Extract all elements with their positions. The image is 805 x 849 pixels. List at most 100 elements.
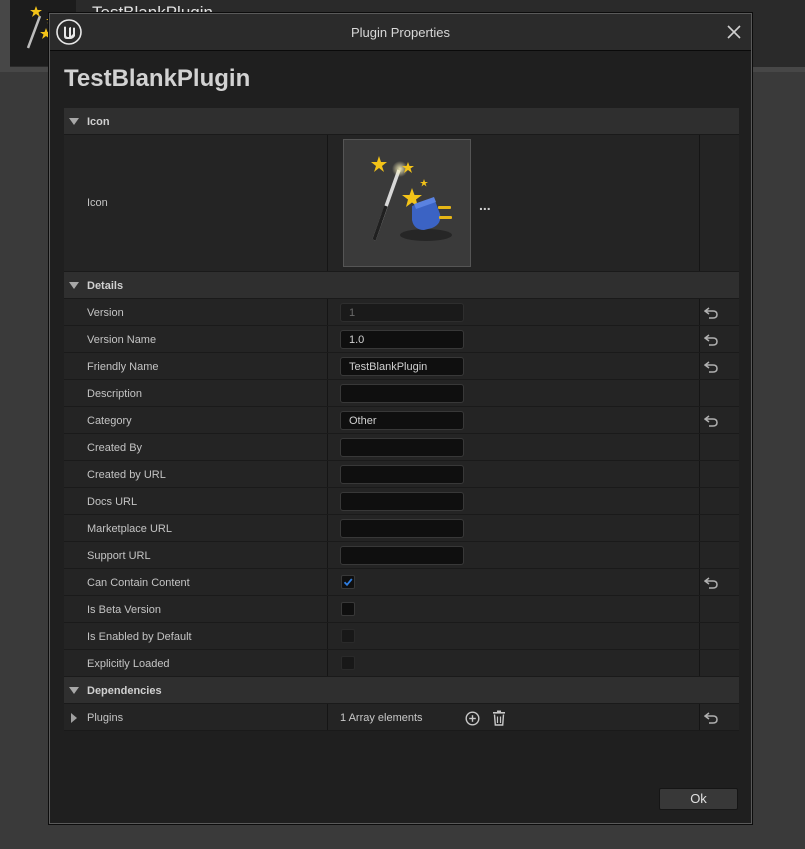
can-contain-content-checkbox[interactable] [341,575,355,589]
property-row-category: Category [64,407,739,434]
column-divider [699,299,700,325]
property-label: Version [87,307,124,319]
column-divider [699,434,700,460]
column-divider [327,650,328,676]
category-header-dependencies[interactable]: Dependencies [64,677,739,704]
reset-to-default-icon[interactable] [704,334,718,346]
version-name-field[interactable] [340,330,464,349]
property-row-is-enabled-by-default: Is Enabled by Default [64,623,739,650]
column-divider [327,542,328,568]
column-divider [699,353,700,379]
column-divider [327,135,328,271]
delete-all-icon[interactable] [492,710,506,726]
category-label: Details [87,280,124,292]
column-divider [699,704,700,730]
column-divider [699,623,700,649]
column-divider [699,135,700,271]
plugin-name-heading: TestBlankPlugin [64,65,251,92]
property-label: Docs URL [87,496,138,508]
column-divider [699,542,700,568]
docs-url-field[interactable] [340,492,464,511]
reset-to-default-icon[interactable] [704,577,718,589]
column-divider [327,515,328,541]
dialog-titlebar: Plugin Properties [50,14,751,50]
column-divider [699,488,700,514]
property-label: Description [87,388,143,400]
checkmark-icon [343,578,353,587]
close-icon[interactable] [725,23,743,41]
is-beta-version-checkbox[interactable] [341,602,355,616]
version-field [340,303,464,322]
property-label: Icon [87,197,108,209]
array-element-count: 1 Array elements [340,712,423,724]
column-divider [699,407,700,433]
column-divider [699,569,700,595]
category-field[interactable] [340,411,464,430]
property-label: Friendly Name [87,361,159,373]
support-url-field[interactable] [340,546,464,565]
property-label: Marketplace URL [87,523,172,535]
marketplace-url-field[interactable] [340,519,464,538]
property-row-docs-url: Docs URL [64,488,739,515]
is-enabled-by-default-checkbox[interactable] [341,629,355,643]
expand-arrow-icon[interactable] [71,713,77,723]
collapse-arrow-icon[interactable] [69,687,79,694]
property-label: Explicitly Loaded [87,658,170,670]
property-label: Version Name [87,334,157,346]
column-divider [699,380,700,406]
reset-to-default-icon[interactable] [704,361,718,373]
column-divider [699,515,700,541]
plugin-icon-thumbnail[interactable] [343,139,471,267]
description-field[interactable] [340,384,464,403]
property-label: Is Enabled by Default [87,631,192,643]
column-divider [327,488,328,514]
category-label: Icon [87,116,110,128]
column-divider [327,380,328,406]
column-divider [327,299,328,325]
category-header-details[interactable]: Details [64,272,739,299]
category-header-icon[interactable]: Icon [64,108,739,135]
column-divider [699,326,700,352]
property-row-marketplace-url: Marketplace URL [64,515,739,542]
property-row-description: Description [64,380,739,407]
property-row-version: Version [64,299,739,326]
add-element-icon[interactable] [465,711,480,726]
reset-to-default-icon[interactable] [704,415,718,427]
property-row-is-beta-version: Is Beta Version [64,596,739,623]
titlebar-divider [50,50,751,51]
property-label: Support URL [87,550,151,562]
property-row-version-name: Version Name [64,326,739,353]
property-row-can-contain-content: Can Contain Content [64,569,739,596]
property-label: Is Beta Version [87,604,161,616]
column-divider [327,434,328,460]
ok-button[interactable]: Ok [659,788,738,810]
property-label: Can Contain Content [87,577,190,589]
explicitly-loaded-checkbox[interactable] [341,656,355,670]
created-by-field[interactable] [340,438,464,457]
friendly-name-field[interactable] [340,357,464,376]
property-label: Category [87,415,132,427]
column-divider [327,596,328,622]
collapse-arrow-icon[interactable] [69,282,79,289]
column-divider [327,326,328,352]
property-row-explicitly-loaded: Explicitly Loaded [64,650,739,677]
property-row-icon: Icon ... [64,135,739,272]
column-divider [699,596,700,622]
column-divider [327,461,328,487]
property-row-plugins: Plugins 1 Array elements [64,704,739,731]
property-label: Plugins [87,712,124,724]
reset-to-default-icon[interactable] [704,307,718,319]
created-by-url-field[interactable] [340,465,464,484]
column-divider [327,353,328,379]
reset-to-default-icon[interactable] [704,712,718,724]
property-row-created-by: Created By [64,434,739,461]
collapse-arrow-icon[interactable] [69,118,79,125]
category-label: Dependencies [87,685,162,697]
browse-icon-button[interactable]: ... [479,197,491,213]
column-divider [327,704,328,730]
column-divider [327,407,328,433]
column-divider [327,569,328,595]
dialog-title: Plugin Properties [351,25,450,40]
plugin-properties-dialog: Plugin Properties TestBlankPlugin Icon I… [48,12,753,825]
column-divider [699,650,700,676]
